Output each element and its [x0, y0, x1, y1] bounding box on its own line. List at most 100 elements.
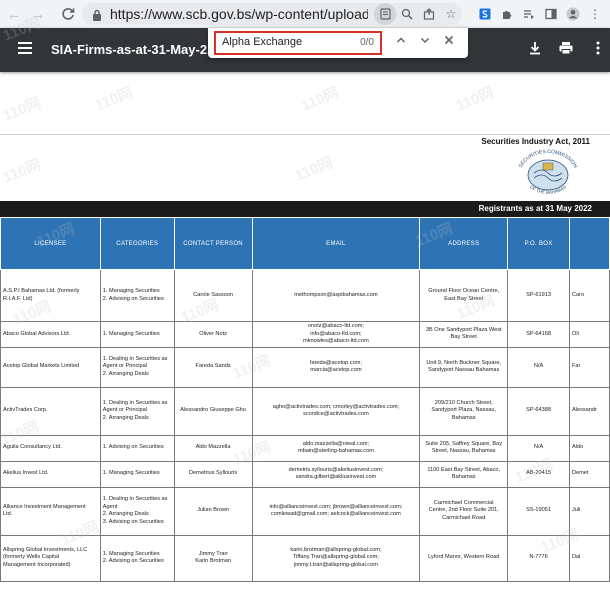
- address-cell: 1100 East Bay Street, Abaco, Bahamas: [419, 460, 509, 488]
- licensee-cell: Acetop Global Markets Limited: [0, 346, 101, 388]
- extra-cell: Far: [568, 346, 610, 388]
- find-close-icon[interactable]: [442, 35, 456, 49]
- pdf-page: Securities Industry Act, 2011 SECURITIES…: [0, 134, 610, 608]
- header-email: EMAIL: [251, 217, 421, 270]
- registrants-table: LICENSEE CATEGORIES CONTACT PERSON EMAIL ADD…: [0, 217, 610, 582]
- contact-person-cell: Alessandro Giuseppe Gho: [173, 386, 253, 436]
- extensions-puzzle-icon[interactable]: [496, 4, 518, 24]
- email-cell: aldo.mazzella@niwal.com; mbain@sterling-b…: [251, 434, 421, 462]
- table-row: ActivTrades Corp. 1. Dealing in Securitie…: [0, 386, 610, 436]
- download-icon[interactable]: [527, 40, 545, 58]
- bookmark-star-icon[interactable]: ☆: [440, 3, 462, 25]
- browser-toolbar: ← → https://www.scb.gov.bs/wp-content/up…: [0, 0, 610, 28]
- header-licensee: LICENSEE: [0, 217, 101, 270]
- licensee-cell: ActivTrades Corp.: [0, 386, 101, 436]
- address-cell: Suite 205, Saffrey Square, Bay Street, Na…: [419, 434, 509, 462]
- po-box-cell: SP-61913: [507, 269, 570, 322]
- watermark: 110网: [0, 94, 44, 125]
- profile-avatar-icon[interactable]: [562, 4, 584, 24]
- lock-icon: [92, 8, 102, 21]
- header-categories: CATEGORIES: [99, 217, 175, 270]
- table-row: Acetop Global Markets Limited 1. Dealing …: [0, 346, 610, 388]
- po-box-cell: SP-64388: [507, 386, 570, 436]
- table-row: Abaco Global Advisors Ltd. 1. Managing Se…: [0, 321, 610, 348]
- forward-arrow-icon[interactable]: →: [28, 4, 48, 24]
- po-box-cell: N-7776: [507, 534, 570, 582]
- table-row: A.S.P.I Bahamas Ltd. (formerly R.I.A.F. L…: [0, 269, 610, 322]
- licensee-cell: Allspring Global Investments, LLC (former…: [0, 534, 101, 582]
- menu-icon[interactable]: [18, 42, 32, 54]
- more-menu-icon[interactable]: ⋮: [584, 4, 606, 24]
- email-cell: onotz@abaco-ltd.com; info@abaco-ltd.com; m…: [251, 321, 421, 348]
- categories-cell: 1. Managing Securities 2. Advising on Sec…: [99, 269, 175, 322]
- registrants-strip: Registrants as at 31 May 2022: [0, 201, 610, 217]
- watermark: 110网: [92, 84, 136, 115]
- licensee-cell: Alliance Investment Management Ltd.: [0, 486, 101, 536]
- find-bar: Alpha Exchange 0/0: [208, 28, 468, 58]
- address-bar[interactable]: https://www.scb.gov.bs/wp-content/upload…: [82, 3, 462, 25]
- pdf-file-title: SIA-Firms-as-at-31-May-2...: [51, 42, 218, 57]
- categories-cell: 1. Advising on Securities: [99, 434, 175, 462]
- extra-cell: Demet: [568, 460, 610, 488]
- side-panel-icon[interactable]: [540, 4, 562, 24]
- email-cell: info@allianceinvest.com; jbrown@alliance…: [251, 486, 421, 536]
- header-address: ADDRESS: [419, 217, 509, 270]
- table-row: Akelius Invest Ltd. 1. Managing Securitie…: [0, 460, 610, 488]
- find-query-text: Alpha Exchange: [222, 36, 303, 48]
- header-extra: [568, 217, 610, 270]
- contact-person-cell: Oliver Notz: [173, 321, 253, 348]
- contact-person-cell: Demetrius Syllouris: [173, 460, 253, 488]
- contact-person-cell: Carole Sassoon: [173, 269, 253, 322]
- address-cell: 3B One Sandyport Plaza West Bay Street: [419, 321, 509, 348]
- extra-cell: Alessandr: [568, 386, 610, 436]
- table-row: Alliance Investment Management Ltd. 1. Dea…: [0, 486, 610, 536]
- licensee-cell: Akelius Invest Ltd.: [0, 460, 101, 488]
- categories-cell: 1. Managing Securities: [99, 321, 175, 348]
- contact-person-cell: Aldo Mazzella: [173, 434, 253, 462]
- commission-seal: SECURITIES COMMISSION OF THE BAHAMAS: [512, 149, 584, 204]
- contact-person-cell: Fareda Sands: [173, 346, 253, 388]
- extension-s-icon[interactable]: [474, 4, 496, 24]
- table-row: Aguila Consultancy Ltd. 1. Advising on Se…: [0, 434, 610, 462]
- back-arrow-icon[interactable]: ←: [4, 4, 24, 24]
- categories-cell: 1. Dealing in Securities as Agent 2. Arran…: [99, 486, 175, 536]
- more-options-icon[interactable]: [590, 40, 608, 58]
- extra-cell: Caro: [568, 269, 610, 322]
- address-cell: 209/210 Church Street, Sandyport Plaza, N…: [419, 386, 509, 436]
- email-cell: methompson@aspibahamas.com: [251, 269, 421, 322]
- reading-list-icon[interactable]: [518, 4, 540, 24]
- find-match-count: 0/0: [360, 37, 374, 48]
- header-po-box: P.O. BOX: [507, 217, 570, 270]
- contact-person-cell: Julian Brown: [173, 486, 253, 536]
- categories-cell: 1. Managing Securities: [99, 460, 175, 488]
- address-cell: Ground Floor Ocean Centre, East Bay Stree…: [419, 269, 509, 322]
- pdf-page-icon[interactable]: [374, 3, 396, 25]
- share-icon[interactable]: [418, 3, 440, 25]
- watermark: 110网: [453, 84, 497, 115]
- po-box-cell: N/A: [507, 434, 570, 462]
- categories-cell: 1. Dealing in Securities as Agent or Prin…: [99, 346, 175, 388]
- licensee-cell: Aguila Consultancy Ltd.: [0, 434, 101, 462]
- po-box-cell: SP-64168: [507, 321, 570, 348]
- table-row: Allspring Global Investments, LLC (former…: [0, 534, 610, 582]
- licensee-cell: Abaco Global Advisors Ltd.: [0, 321, 101, 348]
- print-icon[interactable]: [558, 40, 576, 58]
- table-header-row: LICENSEE CATEGORIES CONTACT PERSON EMAIL ADD…: [0, 217, 610, 270]
- extra-cell: Juli: [568, 486, 610, 536]
- address-cell: Carmichael Commercial Centre, 2nd Floor S…: [419, 486, 509, 536]
- find-input[interactable]: Alpha Exchange 0/0: [214, 31, 382, 55]
- find-next-icon[interactable]: [418, 35, 432, 49]
- zoom-icon[interactable]: [396, 3, 418, 25]
- extra-cell: Aldo: [568, 434, 610, 462]
- po-box-cell: SS-19051: [507, 486, 570, 536]
- url-text: https://www.scb.gov.bs/wp-content/upload…: [110, 6, 368, 22]
- find-previous-icon[interactable]: [394, 35, 408, 49]
- categories-cell: 1. Dealing in Securities as Agent or Prin…: [99, 386, 175, 436]
- licensee-cell: A.S.P.I Bahamas Ltd. (formerly R.I.A.F. L…: [0, 269, 101, 322]
- contact-person-cell: Jimmy Tran Karin Brotman: [173, 534, 253, 582]
- reload-icon[interactable]: [58, 4, 78, 24]
- po-box-cell: N/A: [507, 346, 570, 388]
- categories-cell: 1. Managing Securities 2. Advising on Sec…: [99, 534, 175, 582]
- email-cell: karin.brotman@allspring-global.com; Tiffa…: [251, 534, 421, 582]
- email-cell: agho@activtrades.com; cmorley@activtrade…: [251, 386, 421, 436]
